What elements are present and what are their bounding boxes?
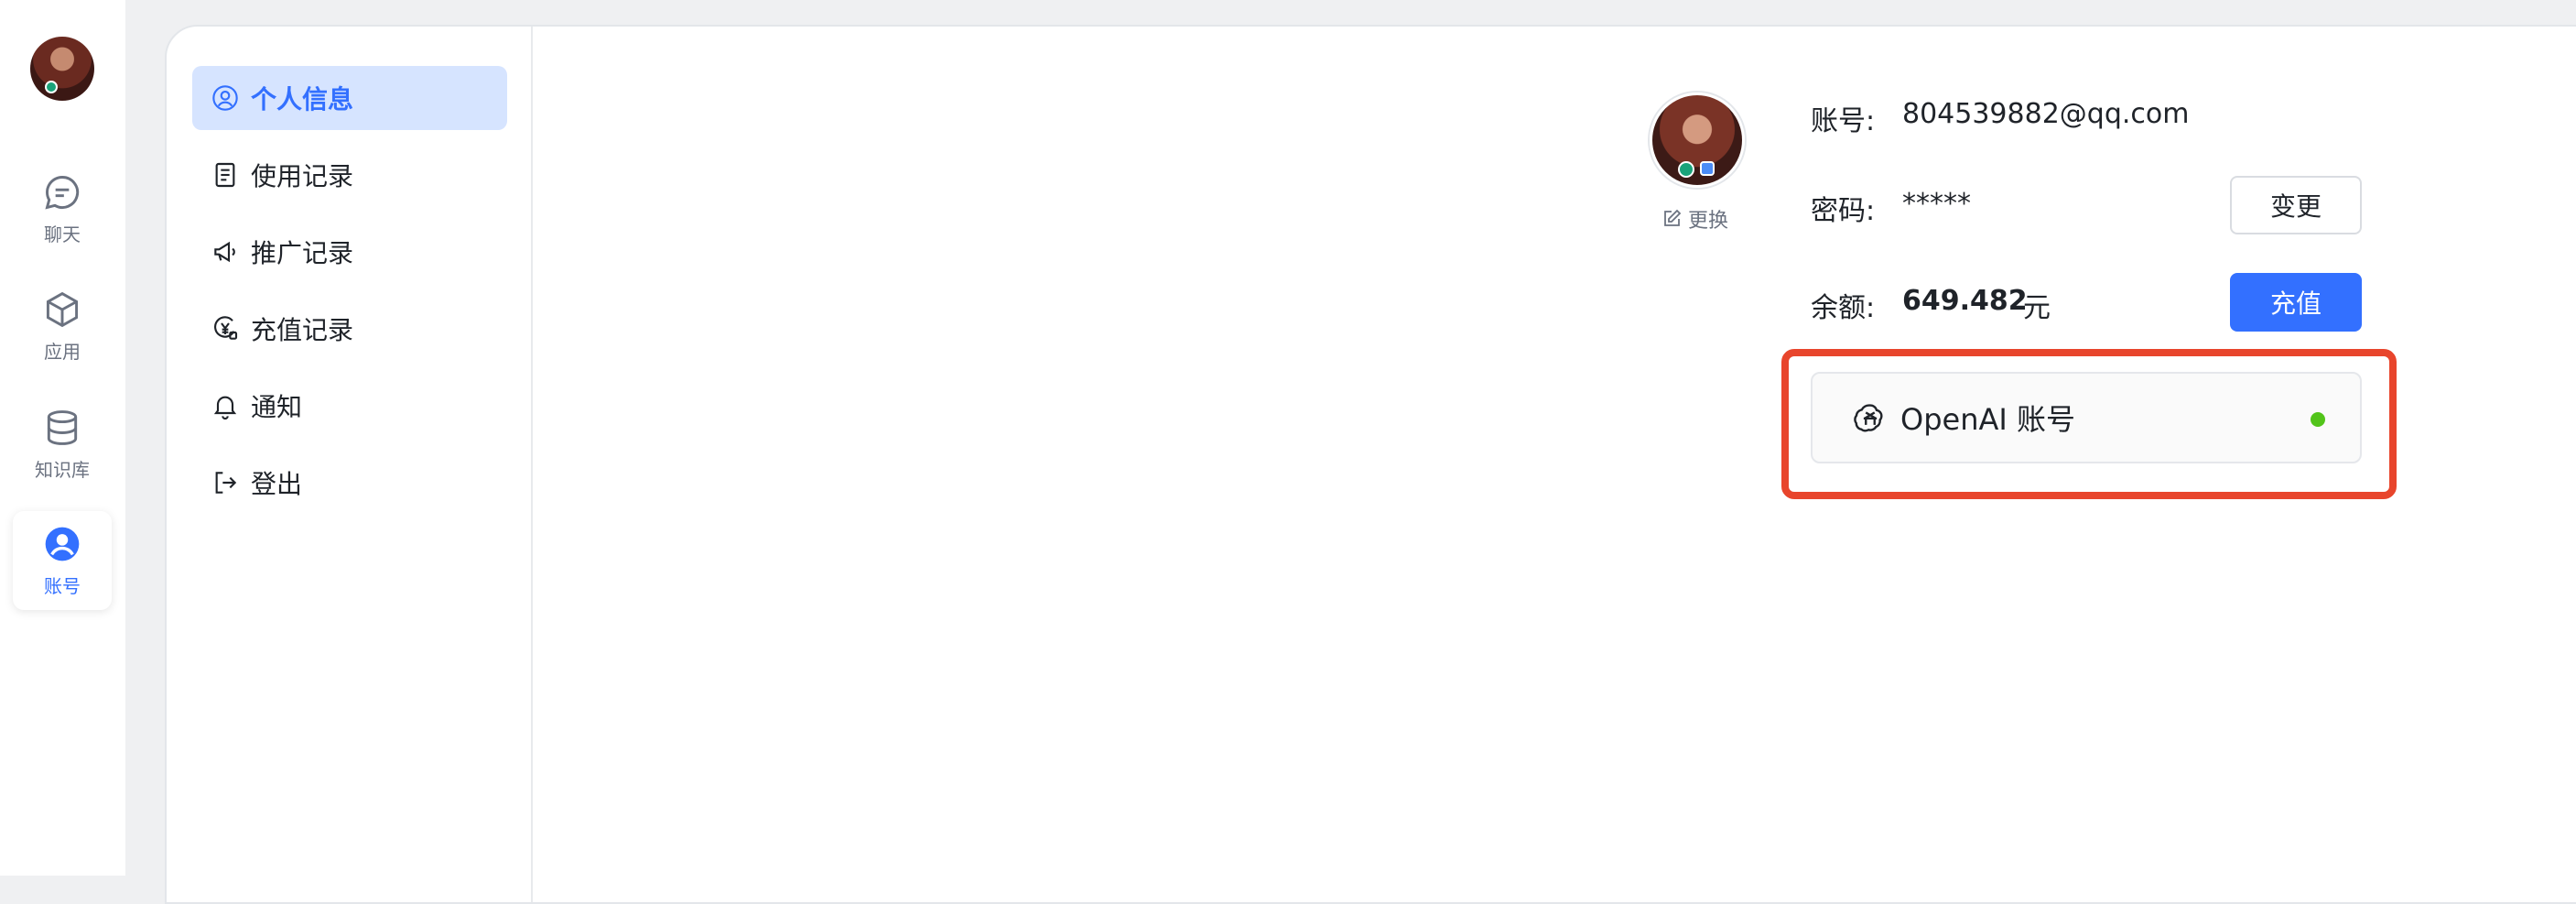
subnav-item-label: 登出	[251, 469, 303, 499]
change-avatar-link[interactable]: 更换	[1661, 204, 1728, 234]
status-dot-icon	[2311, 412, 2325, 427]
password-label: 密码:	[1811, 195, 1876, 227]
balance-value: 649.482	[1902, 285, 2028, 317]
megaphone-icon	[214, 241, 235, 263]
database-icon	[47, 409, 78, 445]
account-label: 账号:	[1811, 105, 1876, 137]
edit-icon	[1664, 209, 1682, 226]
logout-icon	[215, 472, 237, 494]
yuan-coin-icon	[214, 316, 238, 340]
rail-item-label: 应用	[44, 340, 81, 363]
rail-item-apps[interactable]: 应用	[13, 277, 112, 376]
rail-item-account[interactable]: 账号	[13, 511, 112, 610]
user-icon	[45, 527, 80, 561]
bell-icon	[213, 396, 237, 419]
subnav-item-usage[interactable]: 使用记录	[192, 143, 507, 207]
password-value: *****	[1902, 188, 1971, 220]
subnav-item-label: 通知	[251, 392, 303, 422]
openai-account-label: OpenAI 账号	[1900, 402, 2075, 437]
subnav-item-profile[interactable]: 个人信息	[192, 66, 507, 130]
chat-icon	[45, 175, 80, 210]
rail-item-chat[interactable]: 聊天	[13, 159, 112, 258]
subnav-item-label: 充值记录	[251, 315, 354, 345]
rail-item-label: 知识库	[35, 458, 90, 481]
account-panel: 个人信息 使用记录 推广记录 充值记录 通知 登出 更换 账号: 8045398…	[165, 25, 2576, 904]
subnav-item-notifications[interactable]: 通知	[192, 374, 507, 438]
balance-label: 余额:	[1811, 292, 1876, 324]
openai-icon	[1854, 404, 1883, 432]
rail-avatar[interactable]	[30, 37, 94, 101]
openai-account-card[interactable]: OpenAI 账号	[1811, 372, 2362, 463]
rail-item-knowledge-base[interactable]: 知识库	[13, 395, 112, 494]
recharge-button[interactable]: 充值	[2230, 273, 2362, 332]
left-rail: 聊天 应用 知识库 账号	[0, 0, 125, 876]
avatar-badge-icon	[1700, 161, 1715, 176]
avatar-badge-icon	[45, 81, 58, 93]
subnav-item-label: 个人信息	[251, 84, 354, 114]
avatar-badge-icon	[1678, 161, 1694, 178]
user-circle-icon	[212, 85, 238, 111]
cube-icon	[46, 291, 79, 327]
change-avatar-label: 更换	[1688, 210, 1729, 233]
document-icon	[215, 162, 235, 188]
profile-avatar[interactable]	[1650, 93, 1745, 188]
account-value: 804539882@qq.com	[1902, 98, 2190, 130]
balance-unit: 元	[2023, 292, 2051, 324]
subnav-item-recharge-history[interactable]: 充值记录	[192, 297, 507, 361]
subnav-item-promotion[interactable]: 推广记录	[192, 220, 507, 284]
subnav-item-logout[interactable]: 登出	[192, 451, 507, 515]
rail-item-label: 账号	[44, 574, 81, 597]
subnav-item-label: 使用记录	[251, 161, 354, 191]
change-password-button[interactable]: 变更	[2230, 176, 2362, 234]
rail-item-label: 聊天	[44, 223, 81, 245]
account-subnav: 个人信息 使用记录 推广记录 充值记录 通知 登出	[167, 27, 533, 902]
subnav-item-label: 推广记录	[251, 238, 354, 268]
